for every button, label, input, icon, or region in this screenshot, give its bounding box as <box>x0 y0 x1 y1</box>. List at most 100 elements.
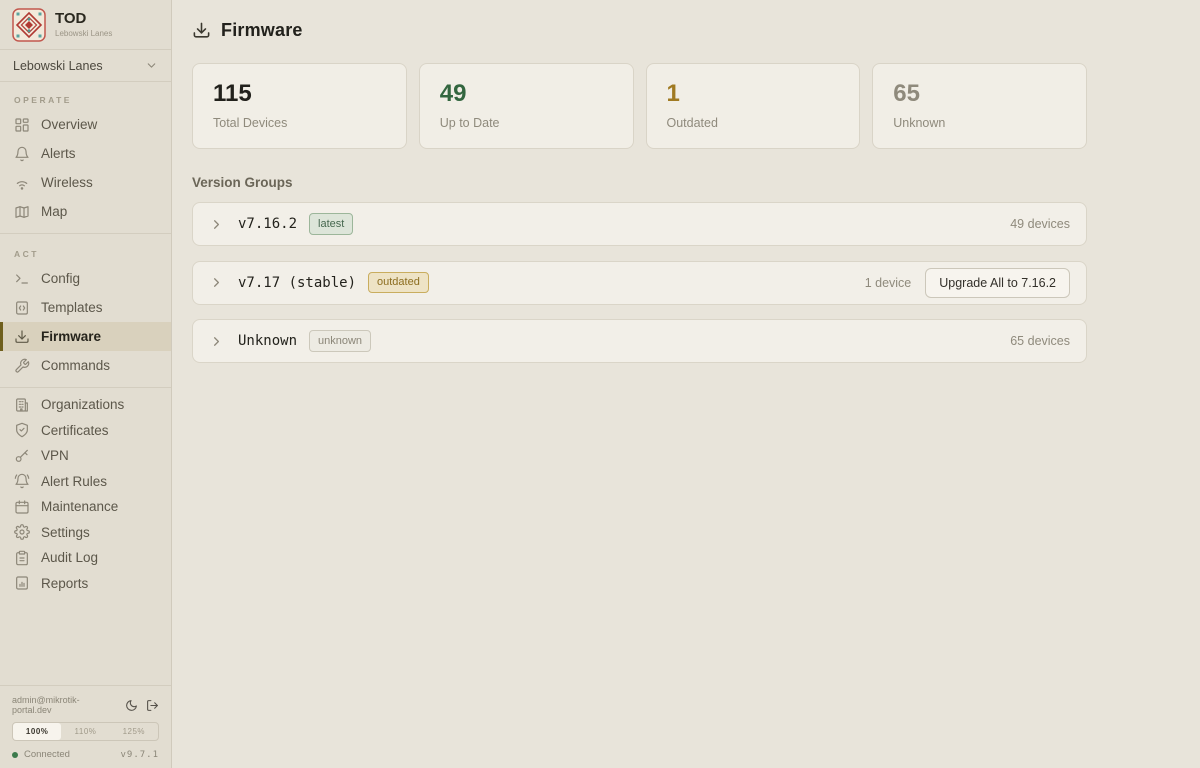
status-badge-latest: latest <box>309 213 353 234</box>
version-group-row-v7-17-stable[interactable]: v7.17 (stable) outdated 1 device Upgrade… <box>192 261 1087 305</box>
grid-icon <box>14 117 30 133</box>
zoom-selector: 100% 110% 125% <box>12 722 159 741</box>
stat-label: Total Devices <box>213 116 386 130</box>
stat-label: Unknown <box>893 116 1066 130</box>
stat-card-up-to-date: 49 Up to Date <box>419 63 634 149</box>
sidebar-item-firmware[interactable]: Firmware <box>0 322 171 351</box>
chevron-right-icon[interactable] <box>209 334 224 349</box>
moon-icon[interactable] <box>125 699 138 712</box>
status-badge-unknown: unknown <box>309 330 371 351</box>
sidebar-item-label: Organizations <box>41 397 124 412</box>
divider <box>0 387 171 388</box>
brand-title: TOD <box>55 11 112 28</box>
version-group-row-unknown[interactable]: Unknown unknown 65 devices <box>192 319 1087 363</box>
zoom-option-110[interactable]: 110% <box>61 723 109 740</box>
clipboard-icon <box>14 550 30 566</box>
version-name: v7.16.2 <box>238 216 297 232</box>
version-groups-heading: Version Groups <box>192 175 1087 190</box>
connection-status: Connected <box>24 749 70 760</box>
map-icon <box>14 204 30 220</box>
sidebar-item-map[interactable]: Map <box>0 197 171 226</box>
stat-card-outdated: 1 Outdated <box>646 63 861 149</box>
chevron-right-icon[interactable] <box>209 217 224 232</box>
sidebar-item-label: Alert Rules <box>41 474 107 489</box>
user-email: admin@mikrotik-portal.dev <box>12 695 117 715</box>
sidebar-item-label: Firmware <box>41 329 101 344</box>
bell-icon <box>14 146 30 162</box>
stat-value: 65 <box>893 82 1066 106</box>
org-selector[interactable]: Lebowski Lanes <box>0 50 171 82</box>
logout-icon[interactable] <box>146 699 159 712</box>
chevron-right-icon[interactable] <box>209 275 224 290</box>
stat-card-total-devices: 115 Total Devices <box>192 63 407 149</box>
nav-section-operate: OPERATE <box>0 84 171 110</box>
sidebar-item-alerts[interactable]: Alerts <box>0 139 171 168</box>
sidebar-item-certificates[interactable]: Certificates <box>0 418 171 444</box>
bell-ring-icon <box>14 473 30 489</box>
sidebar-item-vpn[interactable]: VPN <box>0 443 171 469</box>
zoom-option-100[interactable]: 100% <box>13 723 61 740</box>
upgrade-all-button[interactable]: Upgrade All to 7.16.2 <box>925 268 1070 298</box>
gear-icon <box>14 524 30 540</box>
calendar-icon <box>14 499 30 515</box>
sidebar-item-label: Maintenance <box>41 499 118 514</box>
divider <box>0 233 171 234</box>
sidebar-item-overview[interactable]: Overview <box>0 110 171 139</box>
sidebar-item-audit-log[interactable]: Audit Log <box>0 545 171 571</box>
sidebar-item-alert-rules[interactable]: Alert Rules <box>0 469 171 495</box>
brand-subtitle: Lebowski Lanes <box>55 29 112 38</box>
page-header: Firmware <box>192 20 1180 41</box>
sidebar-item-wireless[interactable]: Wireless <box>0 168 171 197</box>
sidebar-item-label: Map <box>41 204 67 219</box>
sidebar-item-templates[interactable]: Templates <box>0 293 171 322</box>
device-count: 65 devices <box>1010 334 1070 348</box>
download-icon <box>14 329 30 345</box>
sidebar-item-label: Reports <box>41 576 88 591</box>
sidebar-item-reports[interactable]: Reports <box>0 571 171 597</box>
version-group-row-v7-16-2[interactable]: v7.16.2 latest 49 devices <box>192 202 1087 246</box>
stat-value: 115 <box>213 82 386 106</box>
wrench-icon <box>14 358 30 374</box>
sidebar-item-maintenance[interactable]: Maintenance <box>0 494 171 520</box>
version-name: Unknown <box>238 333 297 349</box>
shield-check-icon <box>14 422 30 438</box>
wifi-icon <box>14 175 30 191</box>
nav-section-act: ACT <box>0 238 171 264</box>
device-count: 1 device <box>865 276 912 290</box>
download-icon <box>192 21 211 40</box>
building-icon <box>14 397 30 413</box>
key-icon <box>14 448 30 464</box>
page-title: Firmware <box>221 20 303 41</box>
sidebar-item-organizations[interactable]: Organizations <box>0 392 171 418</box>
sidebar-item-label: Certificates <box>41 423 109 438</box>
sidebar-item-label: Overview <box>41 117 97 132</box>
app-version: v9.7.1 <box>120 750 159 760</box>
stat-label: Up to Date <box>440 116 613 130</box>
report-icon <box>14 575 30 591</box>
sidebar: TOD Lebowski Lanes Lebowski Lanes OPERAT… <box>0 0 172 768</box>
sidebar-item-settings[interactable]: Settings <box>0 520 171 546</box>
sidebar-footer: admin@mikrotik-portal.dev 100% 110% 125%… <box>0 685 171 768</box>
sidebar-item-commands[interactable]: Commands <box>0 351 171 380</box>
zoom-option-125[interactable]: 125% <box>110 723 158 740</box>
stat-card-unknown: 65 Unknown <box>872 63 1087 149</box>
kilim-diamond-logo <box>12 8 46 42</box>
chevron-down-icon <box>145 59 158 72</box>
terminal-icon <box>14 271 30 287</box>
brand: TOD Lebowski Lanes <box>0 0 171 50</box>
sidebar-item-config[interactable]: Config <box>0 264 171 293</box>
stat-value: 49 <box>440 82 613 106</box>
sidebar-item-label: Audit Log <box>41 550 98 565</box>
sidebar-item-label: Templates <box>41 300 103 315</box>
main-content: Firmware 115 Total Devices 49 Up to Date… <box>172 0 1200 768</box>
connected-dot <box>12 752 18 758</box>
sidebar-item-label: Commands <box>41 358 110 373</box>
sidebar-item-label: Settings <box>41 525 90 540</box>
device-count: 49 devices <box>1010 217 1070 231</box>
stat-label: Outdated <box>667 116 840 130</box>
sidebar-nav: OPERATE Overview Alerts Wireless Map ACT… <box>0 82 171 685</box>
stat-cards: 115 Total Devices 49 Up to Date 1 Outdat… <box>192 63 1087 149</box>
file-code-icon <box>14 300 30 316</box>
version-name: v7.17 (stable) <box>238 275 356 291</box>
sidebar-item-label: Config <box>41 271 80 286</box>
